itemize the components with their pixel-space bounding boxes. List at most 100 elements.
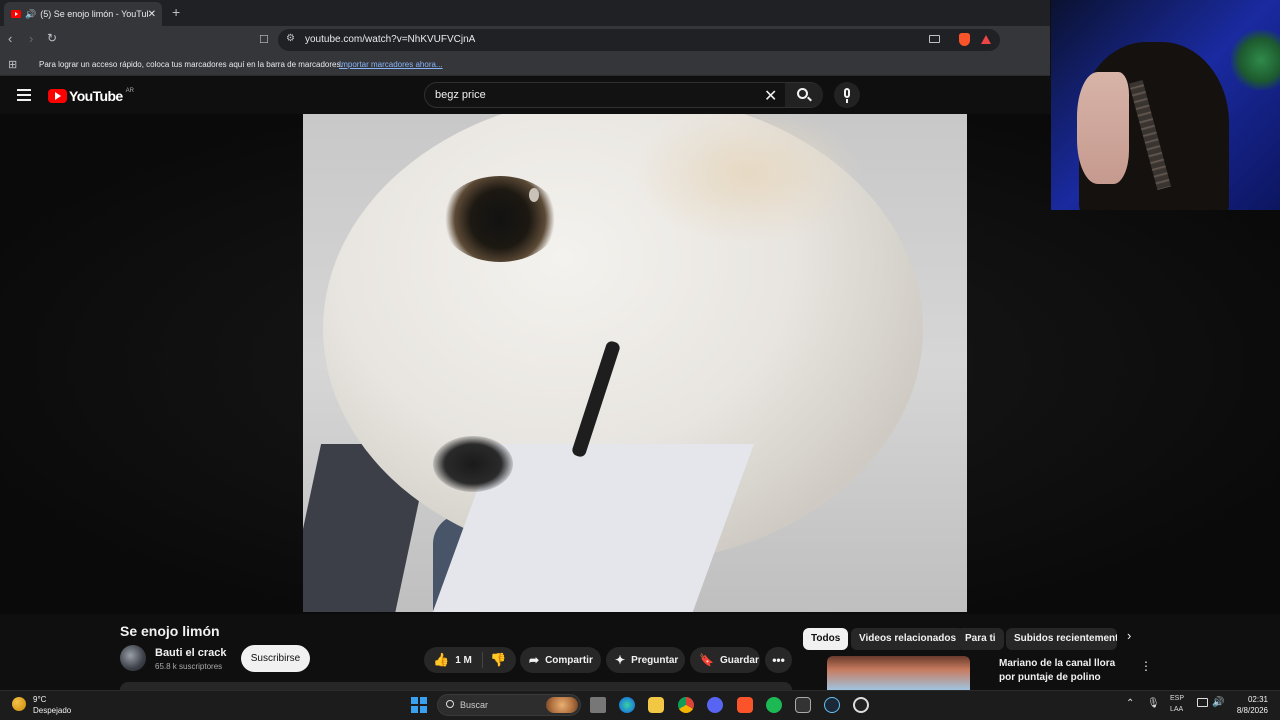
bookmarks-bar: ⊞ Para lograr un acceso rápido, coloca t… xyxy=(0,54,1050,76)
taskbar-search[interactable]: Buscar xyxy=(437,694,581,716)
search-highlight-image xyxy=(546,697,578,713)
webcam-person-face xyxy=(1077,72,1129,184)
microphone-icon xyxy=(844,88,850,98)
forward-icon[interactable]: › xyxy=(29,31,33,46)
recommendation-title[interactable]: Mariano de la canal llora por puntaje de… xyxy=(999,657,1134,685)
video-player[interactable] xyxy=(303,114,967,612)
windows-start-icon[interactable] xyxy=(411,697,427,713)
bookmark-save-icon: 🔖 xyxy=(699,653,714,667)
new-tab-icon[interactable]: + xyxy=(172,4,180,20)
dislike-icon[interactable]: 👎 xyxy=(490,652,506,668)
browser-tab[interactable]: 🔊 (5) Se enojo limón - YouTube ✕ xyxy=(4,2,162,26)
taskbar-search-icon xyxy=(446,700,454,708)
share-label: Compartir xyxy=(545,654,593,666)
browser-nav-bar: ‹ › ↻ ☐ ⚙ youtube.com/watch?v=NhKVUFVCjn… xyxy=(0,26,1050,54)
browser-tab-bar: 🔊 (5) Se enojo limón - YouTube ✕ + xyxy=(0,0,1050,26)
chrome-icon[interactable] xyxy=(678,697,694,713)
like-icon[interactable]: 👍 xyxy=(433,652,449,668)
subscriber-count: 65.8 k suscriptores xyxy=(155,662,223,671)
more-actions-button[interactable]: ••• xyxy=(765,647,792,673)
youtube-logo[interactable]: YouTube AR xyxy=(48,88,134,104)
file-manager-icon[interactable] xyxy=(590,697,606,713)
folder-icon[interactable] xyxy=(648,697,664,713)
description-box[interactable] xyxy=(120,682,792,690)
youtube-favicon-icon xyxy=(11,10,21,18)
webcam-plant xyxy=(1231,30,1280,90)
recommendation-thumbnail[interactable] xyxy=(827,656,970,690)
weather-temperature[interactable]: 9°C xyxy=(33,695,46,704)
save-label: Guardar xyxy=(719,654,759,666)
ask-button[interactable]: ✦ Preguntar xyxy=(606,647,685,673)
windows-taskbar: 9°C Despejado Buscar ⌃ 🎙 ESP LAA 🔊 02:31… xyxy=(0,690,1280,720)
bookmark-icon[interactable]: ☐ xyxy=(259,33,269,46)
discord-icon[interactable] xyxy=(707,697,723,713)
logo-text: YouTube xyxy=(69,88,123,104)
country-code: AR xyxy=(125,88,134,94)
webcam-overlay xyxy=(1051,0,1280,210)
brave-shields-icon[interactable] xyxy=(959,33,970,46)
channel-name[interactable]: Bauti el crack xyxy=(155,647,227,659)
search-button[interactable] xyxy=(785,83,823,107)
video-eye-glint xyxy=(529,188,539,202)
tray-microphone-icon[interactable]: 🎙 xyxy=(1147,698,1160,709)
obs-icon[interactable] xyxy=(853,697,869,713)
language-line-1[interactable]: ESP xyxy=(1170,695,1184,702)
weather-moon-icon[interactable] xyxy=(12,697,26,711)
search-input[interactable]: begz price xyxy=(435,89,486,101)
voice-search-button[interactable] xyxy=(834,82,860,108)
like-dislike-group: 👍 1 M 👎 xyxy=(424,647,516,673)
save-button[interactable]: 🔖 Guardar xyxy=(690,647,760,673)
ask-label: Preguntar xyxy=(631,654,679,666)
video-info-area: Se enojo limón Bauti el crack 65.8 k sus… xyxy=(0,614,1280,690)
language-line-2[interactable]: LAA xyxy=(1170,706,1183,713)
steam-icon[interactable] xyxy=(824,697,840,713)
tab-title: (5) Se enojo limón - YouTube xyxy=(40,9,148,19)
clock-time[interactable]: 02:31 xyxy=(1232,695,1268,704)
menu-icon[interactable] xyxy=(17,89,31,101)
close-tab-icon[interactable]: ✕ xyxy=(148,9,156,20)
clear-search-icon[interactable]: ✕ xyxy=(764,86,777,106)
video-dog-eye xyxy=(441,176,559,262)
subscribe-button[interactable]: Suscribirse xyxy=(241,645,310,672)
search-box[interactable]: begz price ✕ xyxy=(424,82,823,108)
apps-grid-icon[interactable]: ⊞ xyxy=(8,58,17,71)
url-text[interactable]: youtube.com/watch?v=NhKVUFVCjnA xyxy=(305,34,475,45)
back-icon[interactable]: ‹ xyxy=(8,31,12,46)
brave-icon[interactable] xyxy=(737,697,753,713)
volume-icon[interactable]: 🔊 xyxy=(1212,697,1224,708)
chip-related[interactable]: Videos relacionados xyxy=(851,628,965,650)
share-button[interactable]: ➦ Compartir xyxy=(520,647,601,673)
tray-chevron-up-icon[interactable]: ⌃ xyxy=(1126,698,1134,709)
spotify-icon[interactable] xyxy=(766,697,782,713)
chip-recently-uploaded[interactable]: Subidos recientemente xyxy=(1006,628,1117,650)
chevron-right-icon[interactable]: › xyxy=(1127,628,1131,643)
chip-all[interactable]: Todos xyxy=(803,628,849,650)
reload-icon[interactable]: ↻ xyxy=(47,31,57,45)
youtube-header: YouTube AR begz price ✕ xyxy=(0,76,1050,114)
more-dots-icon: ••• xyxy=(772,653,785,667)
weather-condition[interactable]: Despejado xyxy=(33,706,71,715)
search-icon-handle xyxy=(807,96,812,102)
address-bar[interactable]: ⚙ youtube.com/watch?v=NhKVUFVCjnA xyxy=(278,29,1000,51)
network-icon[interactable] xyxy=(1197,698,1208,707)
bookmarks-prompt: Para lograr un acceso rápido, coloca tus… xyxy=(39,60,343,69)
channel-avatar[interactable] xyxy=(120,645,146,671)
chip-for-you[interactable]: Para ti xyxy=(957,628,1004,650)
youtube-play-icon xyxy=(48,89,67,103)
taskbar-search-label: Buscar xyxy=(460,700,489,710)
like-count[interactable]: 1 M xyxy=(455,655,472,666)
brave-rewards-icon[interactable] xyxy=(981,35,991,44)
site-settings-icon[interactable]: ⚙ xyxy=(286,33,295,44)
video-dog-ear xyxy=(633,114,863,244)
sparkle-icon: ✦ xyxy=(615,653,626,667)
video-title: Se enojo limón xyxy=(120,623,220,639)
recommendation-menu-icon[interactable]: ⋮ xyxy=(1140,659,1152,673)
speaker-icon[interactable]: 🔊 xyxy=(25,9,36,20)
epic-icon[interactable] xyxy=(795,697,811,713)
video-dog-nose xyxy=(433,436,513,492)
share-icon: ➦ xyxy=(529,653,540,667)
clock-date[interactable]: 8/8/2026 xyxy=(1232,706,1268,715)
cast-icon[interactable] xyxy=(929,35,940,43)
import-bookmarks-link[interactable]: Importar marcadores ahora... xyxy=(339,60,443,69)
edge-icon[interactable] xyxy=(619,697,635,713)
